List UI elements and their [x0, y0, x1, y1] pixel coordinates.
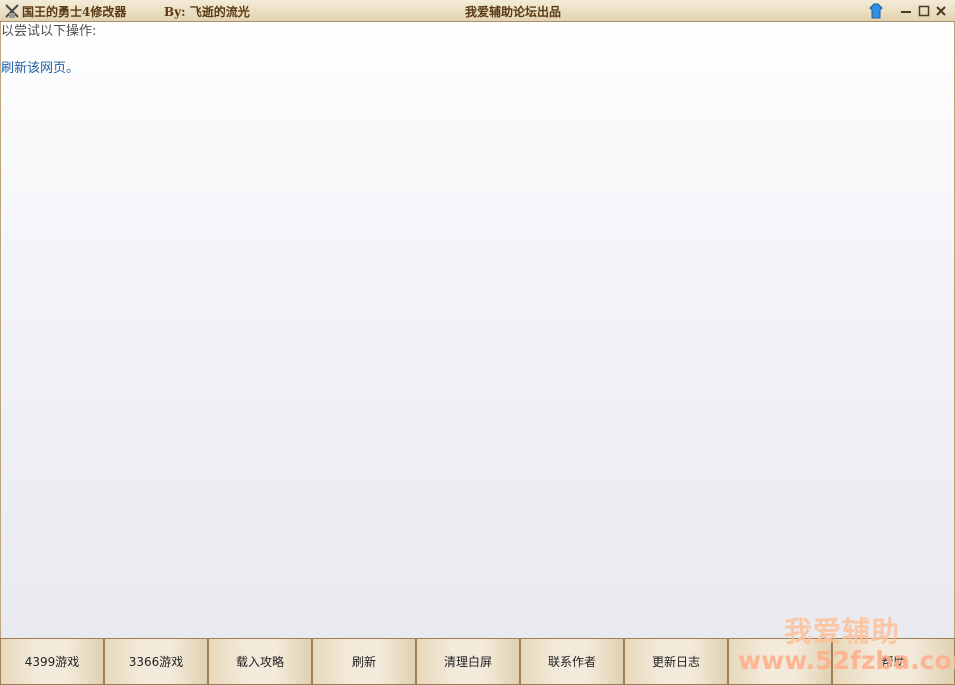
- skin-icon[interactable]: [868, 3, 884, 19]
- toolbar-button-8[interactable]: [728, 638, 832, 685]
- close-icon[interactable]: [933, 3, 949, 19]
- 4399-games-button[interactable]: 4399游戏: [0, 638, 104, 685]
- bottom-toolbar: 4399游戏 3366游戏 载入攻略 刷新 清理白屏 联系作者 更新日志 帮助: [0, 638, 955, 685]
- refresh-page-link[interactable]: 刷新该网页。: [1, 57, 79, 76]
- update-log-button[interactable]: 更新日志: [624, 638, 728, 685]
- forum-title: 我爱辅助论坛出品: [465, 5, 562, 19]
- maximize-icon[interactable]: [916, 3, 932, 19]
- refresh-button[interactable]: 刷新: [312, 638, 416, 685]
- browser-content: 以尝试以下操作: 刷新该网页。: [0, 22, 955, 638]
- help-button[interactable]: 帮助: [832, 638, 955, 685]
- app-title: 国王的勇士4修改器: [22, 5, 127, 19]
- load-guide-button[interactable]: 载入攻略: [208, 638, 312, 685]
- contact-author-button[interactable]: 联系作者: [520, 638, 624, 685]
- title-bar: 国王的勇士4修改器 By: 飞逝的流光 我爱辅助论坛出品: [0, 0, 955, 22]
- clear-white-screen-button[interactable]: 清理白屏: [416, 638, 520, 685]
- author-label: By: 飞逝的流光: [164, 5, 250, 19]
- 3366-games-button[interactable]: 3366游戏: [104, 638, 208, 685]
- app-icon: [4, 3, 20, 19]
- minimize-icon[interactable]: [898, 3, 914, 19]
- error-hint-text: 以尝试以下操作:: [1, 24, 97, 39]
